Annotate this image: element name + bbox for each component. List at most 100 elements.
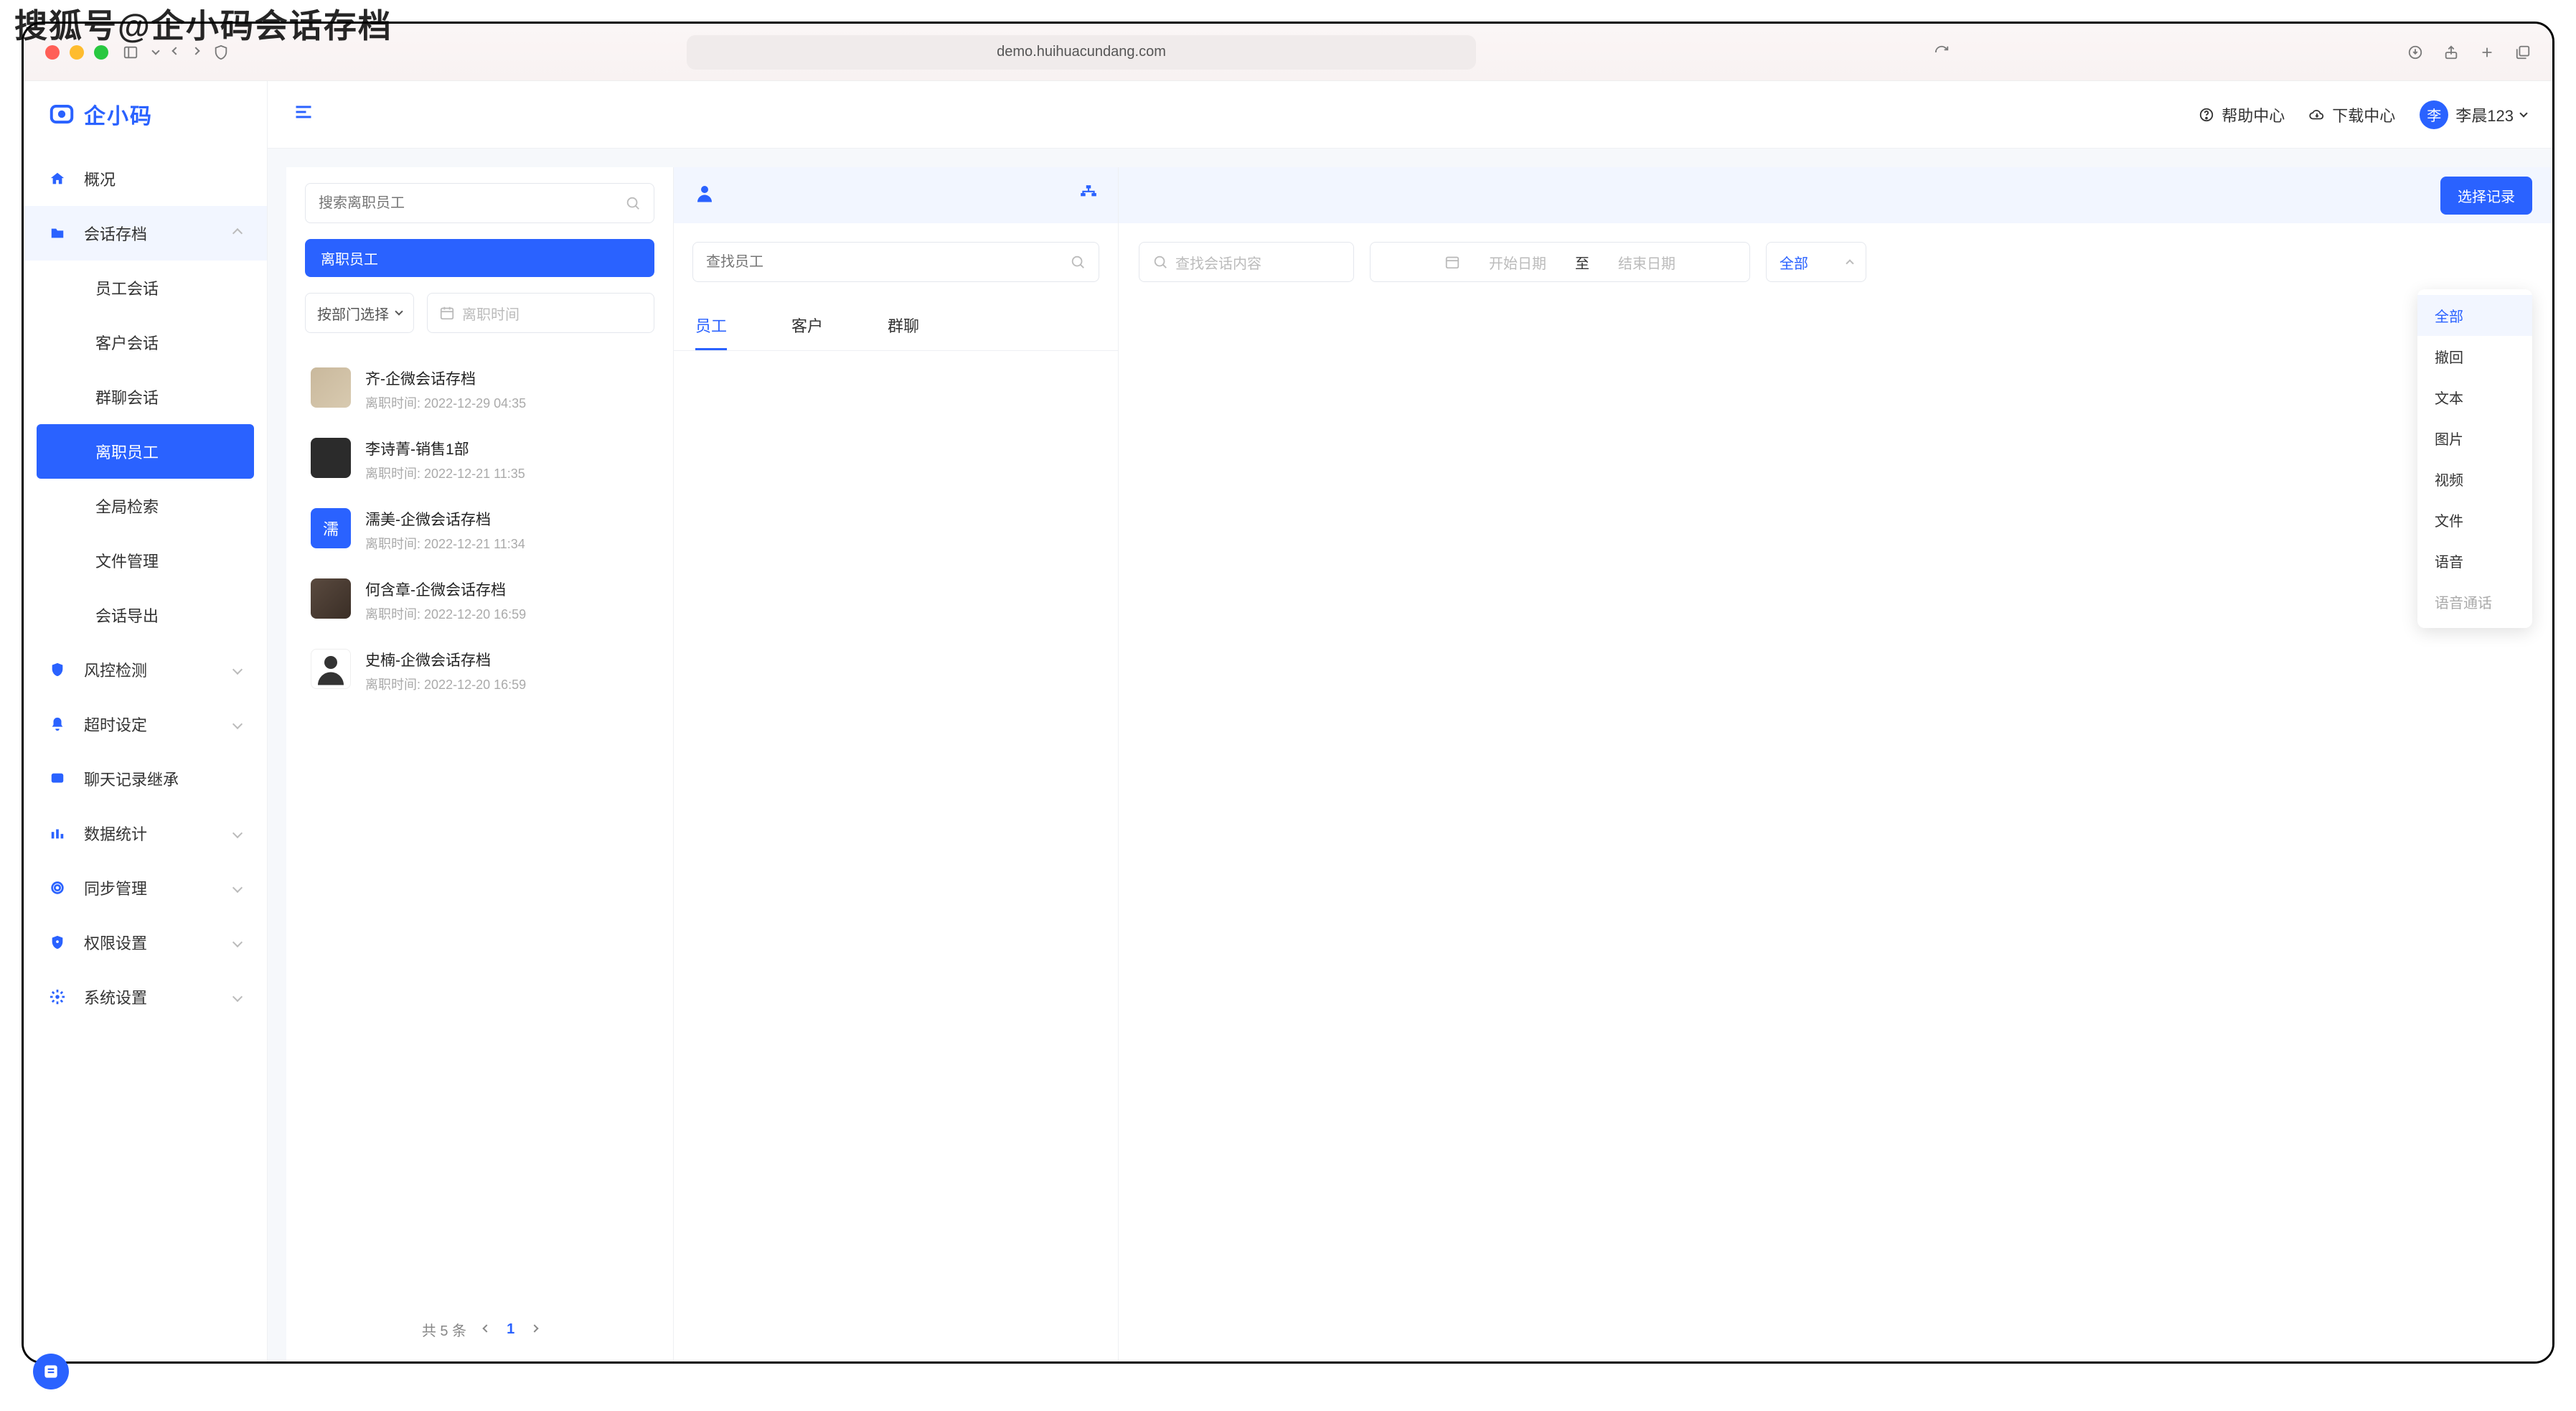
employee-name: 濡美-企微会话存档 (365, 508, 525, 530)
conversation-search-input[interactable]: 查找会话内容 (1139, 242, 1354, 282)
main-area: 帮助中心 下载中心 李 李晨123 (268, 81, 2552, 1361)
watermark-text: 搜狐号@企小码会话存档 (14, 0, 392, 47)
employee-meta: 离职时间: 2022-12-20 16:59 (365, 604, 526, 623)
list-item[interactable]: 李诗菁-销售1部 离职时间: 2022-12-21 11:35 (305, 425, 654, 495)
type-filter-label: 全部 (1780, 252, 1808, 273)
list-item[interactable]: 何含章-企微会话存档 离职时间: 2022-12-20 16:59 (305, 566, 654, 636)
app-root: 企小码 概况 会话存档 员工会话 客户会话 群聊会话 离职员工 全局检索 文件管… (24, 81, 2552, 1361)
browser-toolbar: demo.huihuacundang.com (24, 24, 2552, 81)
next-page-button[interactable] (531, 1324, 539, 1332)
col3-header: 选择记录 (1119, 167, 2552, 223)
nav-sync[interactable]: 同步管理 (24, 861, 267, 915)
list-item[interactable]: 齐-企微会话存档 离职时间: 2022-12-29 04:35 (305, 355, 654, 425)
employee-name: 史楠-企微会话存档 (365, 649, 526, 670)
help-center-link[interactable]: 帮助中心 (2199, 103, 2285, 126)
employee-meta: 离职时间: 2022-12-21 11:34 (365, 534, 525, 553)
page-number[interactable]: 1 (507, 1321, 514, 1338)
sub-global-search[interactable]: 全局检索 (24, 479, 267, 533)
download-label: 下载中心 (2332, 103, 2395, 126)
sub-group-conv[interactable]: 群聊会话 (24, 370, 267, 424)
nav-label: 风控检测 (84, 658, 147, 681)
lock-icon (48, 933, 67, 952)
date-range-picker[interactable]: 开始日期 至 结束日期 (1370, 242, 1750, 282)
col3-filters: 查找会话内容 开始日期 至 结束日期 全部 (1119, 223, 2552, 301)
dropdown-option[interactable]: 图片 (2417, 418, 2532, 459)
nav-perm[interactable]: 权限设置 (24, 915, 267, 970)
chevron-down-icon (2519, 109, 2527, 117)
total-count: 共 5 条 (422, 1319, 466, 1340)
sub-left-emp[interactable]: 离职员工 (37, 424, 254, 479)
avatar (311, 438, 351, 478)
nav-label: 聊天记录继承 (84, 767, 179, 790)
nav-timeout[interactable]: 超时设定 (24, 697, 267, 751)
logo: 企小码 (24, 98, 267, 151)
list-item[interactable]: 濡 濡美-企微会话存档 离职时间: 2022-12-21 11:34 (305, 495, 654, 566)
select-record-button[interactable]: 选择记录 (2440, 177, 2532, 215)
tab-employee[interactable]: 员工 (695, 314, 727, 350)
sub-export[interactable]: 会话导出 (24, 588, 267, 642)
chevron-down-icon[interactable] (153, 51, 159, 54)
dropdown-option[interactable]: 文件 (2417, 500, 2532, 540)
leave-date-filter[interactable]: 离职时间 (427, 293, 654, 333)
nav-overview[interactable]: 概况 (24, 151, 267, 206)
collapse-sidebar-icon[interactable] (293, 102, 314, 127)
dropdown-option[interactable]: 语音通话 (2417, 581, 2532, 622)
employee-search-input[interactable] (305, 183, 654, 223)
chevron-left-icon[interactable] (173, 51, 179, 54)
date-separator: 至 (1575, 252, 1589, 273)
avatar (311, 649, 351, 689)
refresh-icon[interactable] (1934, 44, 1950, 60)
col2-header (674, 167, 1118, 223)
calendar-icon (1444, 254, 1460, 270)
tab-group[interactable]: 群聊 (888, 314, 919, 350)
chevron-right-icon[interactable] (193, 51, 199, 54)
dropdown-option[interactable]: 视频 (2417, 459, 2532, 500)
dropdown-option[interactable]: 语音 (2417, 540, 2532, 581)
plus-icon[interactable] (2479, 44, 2495, 60)
download-icon[interactable] (2407, 44, 2423, 60)
nav-risk[interactable]: 风控检测 (24, 642, 267, 697)
chevron-up-icon (1846, 259, 1853, 267)
download-center-link[interactable]: 下载中心 (2309, 103, 2395, 126)
employee-list: 齐-企微会话存档 离职时间: 2022-12-29 04:35 李诗菁-销售1部… (305, 355, 654, 706)
conv-employee-search-field[interactable] (706, 254, 1070, 271)
dept-select[interactable]: 按部门选择 (305, 293, 414, 333)
person-icon (694, 182, 715, 209)
conv-employee-search[interactable] (692, 242, 1099, 282)
share-icon[interactable] (2443, 44, 2459, 60)
left-employee-tag[interactable]: 离职员工 (305, 239, 654, 277)
help-icon (2199, 107, 2214, 123)
employee-name: 李诗菁-销售1部 (365, 438, 525, 459)
user-menu[interactable]: 李 李晨123 (2420, 100, 2526, 129)
nav-label: 超时设定 (84, 713, 147, 736)
date-placeholder: 离职时间 (462, 303, 520, 324)
prev-page-button[interactable] (482, 1324, 490, 1332)
dropdown-option[interactable]: 文本 (2417, 377, 2532, 418)
tabs-icon[interactable] (2515, 44, 2531, 60)
employee-search-field[interactable] (319, 195, 625, 212)
nav-system[interactable]: 系统设置 (24, 970, 267, 1024)
sub-emp-conv[interactable]: 员工会话 (24, 261, 267, 315)
url-bar[interactable]: demo.huihuacundang.com (687, 35, 1476, 70)
nav-label: 同步管理 (84, 876, 147, 899)
list-item[interactable]: 史楠-企微会话存档 离职时间: 2022-12-20 16:59 (305, 636, 654, 706)
logo-text: 企小码 (84, 98, 153, 130)
conv-tabs: 员工 客户 群聊 (674, 301, 1118, 351)
nav-inherit[interactable]: 聊天记录继承 (24, 751, 267, 806)
sub-file-mgmt[interactable]: 文件管理 (24, 533, 267, 588)
url-text: demo.huihuacundang.com (997, 44, 1166, 60)
nav-label: 会话存档 (84, 222, 147, 245)
type-filter-select[interactable]: 全部 (1766, 242, 1866, 282)
sub-cust-conv[interactable]: 客户会话 (24, 315, 267, 370)
help-label: 帮助中心 (2222, 103, 2285, 126)
dropdown-option[interactable]: 撤回 (2417, 336, 2532, 377)
tab-customer[interactable]: 客户 (791, 314, 823, 350)
dropdown-option[interactable]: 全部 (2417, 295, 2532, 336)
nav-archive[interactable]: 会话存档 (24, 206, 267, 261)
chevron-down-icon (395, 307, 403, 315)
cloud-download-icon (2309, 107, 2325, 123)
org-icon[interactable] (1079, 184, 1098, 207)
app-header: 帮助中心 下载中心 李 李晨123 (268, 81, 2552, 149)
search-icon (625, 195, 641, 211)
nav-stats[interactable]: 数据统计 (24, 806, 267, 861)
